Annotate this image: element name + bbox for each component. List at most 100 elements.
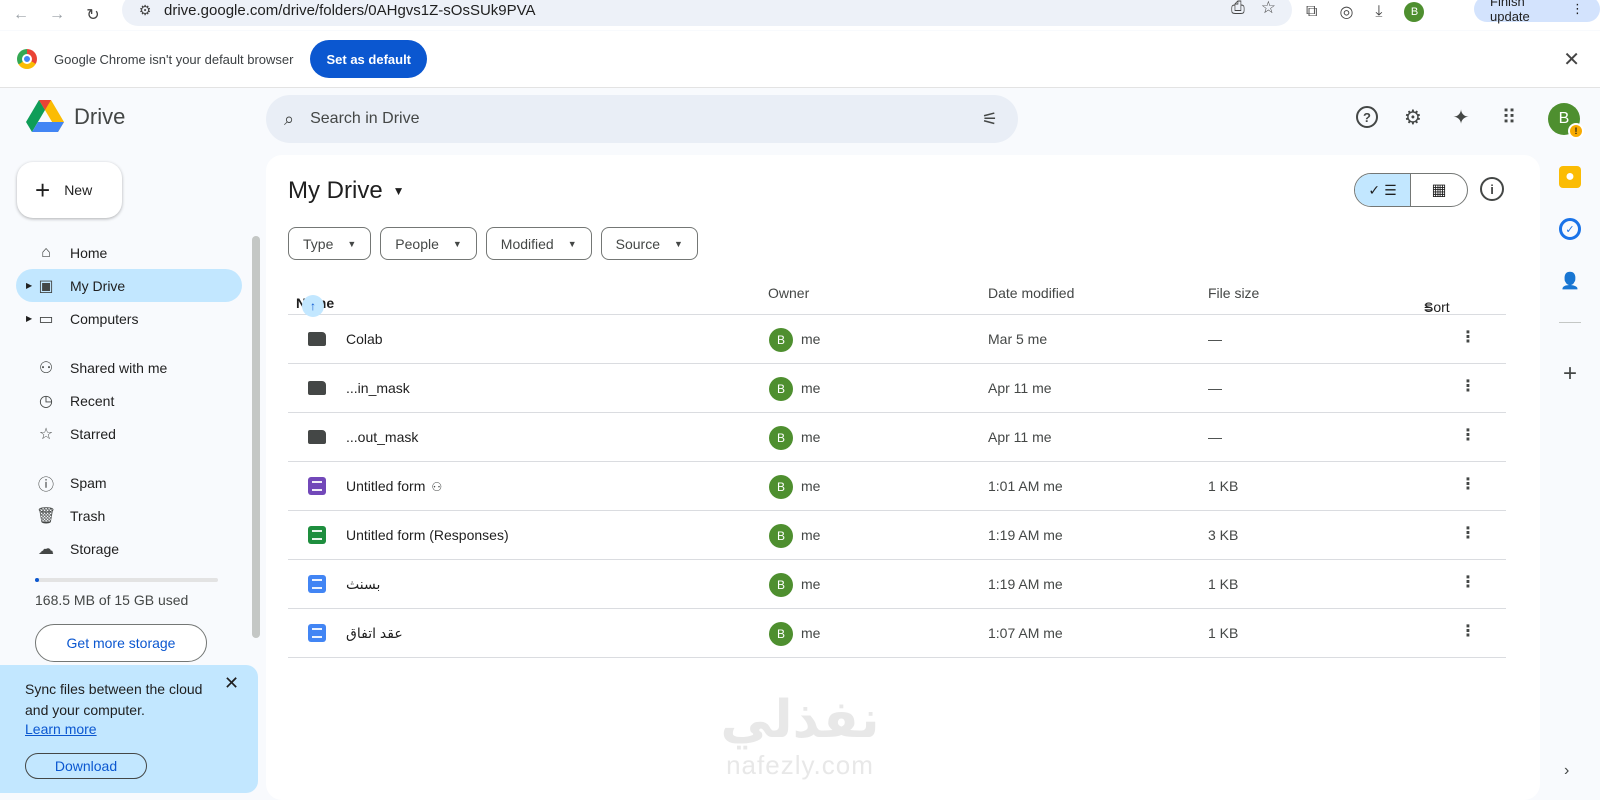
apps-grid-icon[interactable]: ⠿	[1496, 104, 1522, 130]
sidebar-item-trash[interactable]: 🗑 Trash	[16, 499, 242, 532]
contacts-icon[interactable]: 👤	[1559, 270, 1581, 292]
owner-text: me	[801, 478, 821, 494]
folder-icon	[308, 430, 326, 444]
chevron-right-icon[interactable]: ›	[1564, 762, 1569, 780]
table-row[interactable]: بسنث B me 1:19 AM me 1 KB ⋮	[288, 560, 1506, 609]
url-text[interactable]: drive.google.com/drive/folders/0AHgvs1Z-…	[164, 2, 536, 19]
sidebar-item-label: Spam	[70, 474, 107, 491]
grid-view-button[interactable]: ▦	[1411, 174, 1467, 206]
filter-modified[interactable]: Modified ▼	[485, 227, 592, 260]
sidebar-item-recent[interactable]: ◷ Recent	[16, 384, 242, 417]
dropdown-arrow-icon: ▼	[347, 238, 357, 249]
folder-icon	[308, 381, 326, 395]
more-actions-icon[interactable]: ⋮	[1460, 327, 1476, 347]
help-icon[interactable]: ?	[1356, 106, 1378, 128]
set-default-button[interactable]: Set as default	[310, 40, 428, 78]
expand-arrow-icon[interactable]: ▶	[26, 281, 32, 290]
owner-avatar: B	[769, 426, 793, 450]
sidebar-item-storage[interactable]: ☁ Storage	[16, 532, 242, 565]
computers-icon: ▭	[38, 310, 54, 328]
bookmark-star-icon[interactable]: ☆	[1261, 0, 1276, 18]
sidebar-item-computers[interactable]: ▶ ▭ Computers	[16, 302, 242, 335]
finish-update-button[interactable]: Finish update ⋮	[1474, 0, 1600, 24]
table-header: Name ↑ Owner Date modified File size ≡So…	[288, 271, 1506, 317]
more-actions-icon[interactable]: ⋮	[1460, 523, 1476, 543]
list-view-button[interactable]: ✓ ☰	[1355, 174, 1412, 206]
table-row[interactable]: Untitled form ⚇ B me 1:01 AM me 1 KB ⋮	[288, 462, 1506, 511]
app-name: Drive	[74, 104, 126, 129]
downloads-icon[interactable]: ⤓	[1375, 3, 1382, 21]
filter-label: Modified	[500, 235, 554, 252]
side-panel-divider	[1559, 322, 1581, 323]
drive-logo[interactable]: Drive	[26, 100, 125, 134]
add-addon-icon[interactable]: +	[1559, 360, 1581, 387]
filter-label: People	[395, 235, 439, 252]
page-title[interactable]: My Drive ▼	[288, 177, 405, 205]
sidebar-scrollbar[interactable]	[252, 236, 260, 638]
table-row[interactable]: ...in_mask B me Apr 11 me — ⋮	[288, 364, 1506, 413]
extensions-icon[interactable]: ⧉	[1306, 3, 1317, 21]
sidebar-item-shared[interactable]: ⚇ Shared with me	[16, 351, 242, 384]
kebab-menu-icon: ⋮	[1571, 1, 1584, 16]
table-row[interactable]: Colab B me Mar 5 me — ⋮	[288, 315, 1506, 364]
site-info-icon[interactable]: ⚙	[134, 2, 156, 19]
search-icon[interactable]: ⌕	[284, 109, 294, 130]
sync-promo-text: Sync files between the cloud and your co…	[25, 681, 203, 718]
sidebar-item-label: Shared with me	[70, 359, 168, 376]
column-owner-header[interactable]: Owner	[768, 285, 809, 301]
table-row[interactable]: Untitled form (Responses) B me 1:19 AM m…	[288, 511, 1506, 560]
side-panel: ● ✓ 👤 +	[1548, 166, 1592, 387]
more-actions-icon[interactable]: ⋮	[1460, 572, 1476, 592]
browser-toolbar: ← → ↻ ⚙ drive.google.com/drive/folders/0…	[0, 0, 1600, 30]
address-bar[interactable]: ⚙ drive.google.com/drive/folders/0AHgvs1…	[122, 0, 1292, 26]
tasks-icon[interactable]: ✓	[1559, 218, 1581, 240]
sidebar-item-spam[interactable]: ⓘ Spam	[16, 466, 242, 499]
account-avatar[interactable]: B !	[1548, 103, 1584, 139]
more-actions-icon[interactable]: ⋮	[1460, 376, 1476, 396]
settings-gear-icon[interactable]: ⚙	[1400, 104, 1426, 130]
expand-arrow-icon[interactable]: ▶	[26, 314, 32, 323]
file-name-text: Untitled form	[346, 478, 426, 494]
sidebar-item-my-drive[interactable]: ▶ ▣ My Drive	[16, 269, 242, 302]
file-name: عقد اتفاق	[346, 625, 403, 641]
file-size: 3 KB	[1208, 527, 1239, 543]
more-actions-icon[interactable]: ⋮	[1460, 425, 1476, 445]
close-icon[interactable]: ✕	[224, 673, 239, 694]
sidebar-item-home[interactable]: ⌂ Home	[16, 236, 242, 269]
reload-icon[interactable]: ↻	[78, 2, 108, 28]
new-button[interactable]: + New	[17, 162, 122, 218]
search-options-icon[interactable]: ⚟	[982, 109, 998, 130]
download-button[interactable]: Download	[25, 753, 147, 779]
spam-icon: ⓘ	[37, 476, 54, 494]
column-date-header[interactable]: Date modified	[988, 285, 1074, 301]
search-bar[interactable]: ⌕ ⚟	[266, 95, 1018, 143]
search-input[interactable]	[310, 110, 911, 128]
dropdown-arrow-icon: ▼	[674, 238, 683, 249]
owner-text: me	[801, 429, 821, 445]
get-more-storage-button[interactable]: Get more storage	[35, 624, 207, 662]
gemini-sparkle-icon[interactable]: ✦	[1448, 104, 1474, 130]
more-actions-icon[interactable]: ⋮	[1460, 621, 1476, 641]
table-row[interactable]: عقد اتفاق B me 1:07 AM me 1 KB ⋮	[288, 609, 1506, 658]
sort-ascending-icon[interactable]: ↑	[302, 295, 324, 317]
extension-app-icon[interactable]: ◎	[1339, 2, 1353, 22]
column-size-header[interactable]: File size	[1208, 285, 1259, 301]
filter-source[interactable]: Source ▼	[600, 227, 698, 260]
forward-icon[interactable]: →	[42, 2, 72, 28]
info-icon[interactable]: i	[1480, 177, 1504, 201]
close-icon[interactable]: ✕	[1563, 47, 1580, 72]
sidebar-item-starred[interactable]: ☆ Starred	[16, 417, 242, 450]
table-row[interactable]: ...out_mask B me Apr 11 me — ⋮	[288, 413, 1506, 462]
learn-more-link[interactable]: Learn more	[25, 721, 97, 737]
more-actions-icon[interactable]: ⋮	[1460, 474, 1476, 494]
sidebar-item-label: My Drive	[70, 277, 126, 294]
back-icon[interactable]: ←	[6, 2, 36, 28]
sidebar-item-label: Computers	[70, 310, 139, 327]
keep-icon[interactable]: ●	[1559, 166, 1581, 188]
owner-avatar: B	[769, 622, 793, 646]
date-modified: Apr 11 me	[988, 380, 1052, 396]
install-app-icon[interactable]: ⎙	[1231, 0, 1245, 18]
filter-type[interactable]: Type ▼	[288, 227, 372, 260]
profile-avatar[interactable]: B	[1404, 2, 1425, 22]
filter-people[interactable]: People ▼	[380, 227, 477, 260]
